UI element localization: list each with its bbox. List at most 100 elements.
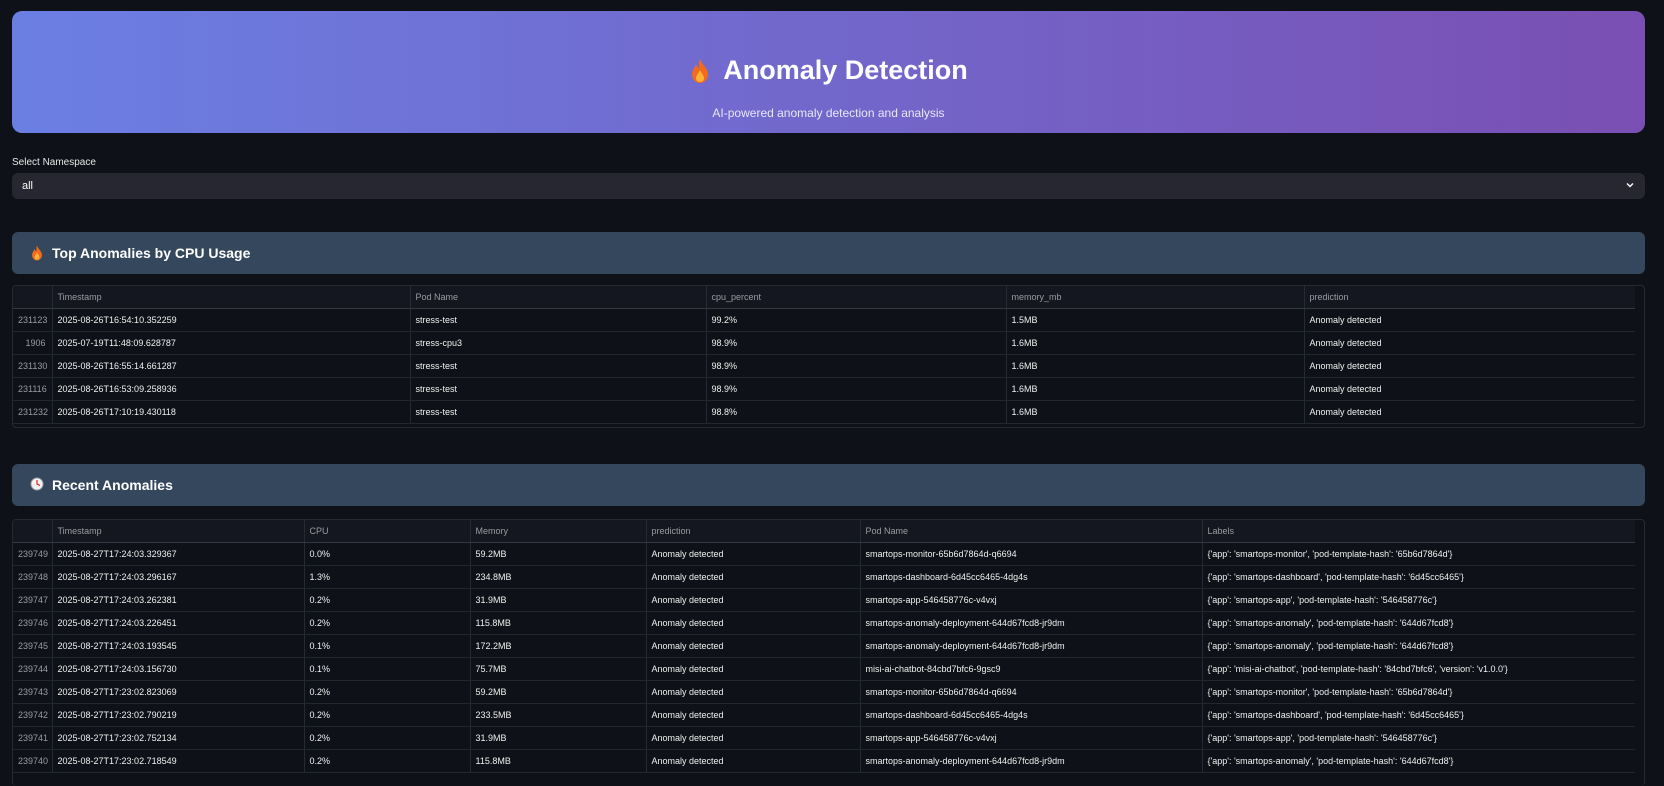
- table-row[interactable]: 239741 2025-08-27T17:23:02.752134 0.2% 31.9…: [13, 726, 1635, 750]
- table-cell: 2025-08-27T17:23:02.823069: [52, 680, 305, 704]
- table-row[interactable]: 239748 2025-08-27T17:24:03.296167 1.3% 234.…: [13, 565, 1635, 589]
- column-header[interactable]: [13, 286, 53, 309]
- column-header[interactable]: memory_mb: [1006, 286, 1305, 309]
- table-cell: 172.2MB: [470, 634, 647, 658]
- table-cell: 1.6MB: [1006, 400, 1305, 424]
- table-cell: Anomaly detected: [646, 588, 861, 612]
- table-cell: 59.2MB: [470, 680, 647, 704]
- table-cell: smartops-anomaly-deployment-644d67fcd8-j…: [860, 611, 1203, 635]
- column-header[interactable]: Timestamp: [52, 520, 305, 543]
- table-row[interactable]: 231130 2025-08-26T16:55:14.661287 stress-t…: [13, 354, 1635, 378]
- table-cell: smartops-anomaly-deployment-644d67fcd8-j…: [860, 749, 1203, 773]
- table-row[interactable]: 239747 2025-08-27T17:24:03.262381 0.2% 31.9…: [13, 588, 1635, 612]
- table-cell: Anomaly detected: [1304, 354, 1635, 378]
- table-cell: smartops-monitor-65b6d7864d-q6694: [860, 680, 1203, 704]
- page-title-row: Anomaly Detection: [12, 55, 1645, 86]
- table-cell: 2025-08-26T17:10:19.430118: [52, 400, 411, 424]
- column-header[interactable]: prediction: [1304, 286, 1635, 309]
- table-cell: {'app': 'smartops-anomaly', 'pod-templat…: [1202, 749, 1635, 773]
- column-header[interactable]: Memory: [470, 520, 647, 543]
- table-cell: 2025-08-26T16:54:10.352259: [52, 308, 411, 332]
- table-cell: 1.6MB: [1006, 354, 1305, 378]
- table-header-row: Timestamp Pod Name cpu_percent memory_mb pre…: [13, 286, 1635, 309]
- row-index: 231232: [13, 400, 53, 424]
- table-cell: 2025-08-27T17:24:03.262381: [52, 588, 305, 612]
- column-header[interactable]: Labels: [1202, 520, 1635, 543]
- table-cell: 1.3%: [304, 565, 471, 589]
- table-cell: Anomaly detected: [1304, 308, 1635, 332]
- column-header[interactable]: CPU: [304, 520, 471, 543]
- column-header[interactable]: Pod Name: [410, 286, 707, 309]
- table-cell: {'app': 'smartops-anomaly', 'pod-templat…: [1202, 634, 1635, 658]
- table-row[interactable]: 239744 2025-08-27T17:24:03.156730 0.1% 75.7…: [13, 657, 1635, 681]
- table-cell: stress-test: [410, 377, 707, 401]
- table-cell: 2025-08-27T17:24:03.156730: [52, 657, 305, 681]
- chevron-down-icon: [1625, 180, 1635, 193]
- table-cell: 233.5MB: [470, 703, 647, 727]
- table-cell: {'app': 'smartops-app', 'pod-template-ha…: [1202, 726, 1635, 750]
- column-header[interactable]: cpu_percent: [706, 286, 1007, 309]
- table-row[interactable]: 239746 2025-08-27T17:24:03.226451 0.2% 115.…: [13, 611, 1635, 635]
- table-row[interactable]: 239749 2025-08-27T17:24:03.329367 0.0% 59.2…: [13, 542, 1635, 566]
- table-cell: smartops-app-546458776c-v4vxj: [860, 588, 1203, 612]
- table-cell: smartops-anomaly-deployment-644d67fcd8-j…: [860, 634, 1203, 658]
- table-cell: {'app': 'misi-ai-chatbot', 'pod-template…: [1202, 657, 1635, 681]
- table-cell: stress-cpu3: [410, 331, 707, 355]
- table-cell: 98.9%: [706, 377, 1007, 401]
- table-cell: 98.9%: [706, 331, 1007, 355]
- table-row[interactable]: 231123 2025-08-26T16:54:10.352259 stress-t…: [13, 308, 1635, 332]
- table-cell: 1.6MB: [1006, 377, 1305, 401]
- table-cell: Anomaly detected: [1304, 400, 1635, 424]
- table-row[interactable]: 231116 2025-08-26T16:53:09.258936 stress-t…: [13, 377, 1635, 401]
- table-cell: 99.2%: [706, 308, 1007, 332]
- top-anomalies-header: Top Anomalies by CPU Usage: [12, 232, 1645, 274]
- row-index: 239745: [13, 634, 53, 658]
- row-index: 239741: [13, 726, 53, 750]
- table-cell: misi-ai-chatbot-84cbd7bfc6-9gsc9: [860, 657, 1203, 681]
- recent-anomalies-table[interactable]: Timestamp CPU Memory prediction Pod Name Labe…: [12, 519, 1645, 786]
- table-cell: Anomaly detected: [646, 634, 861, 658]
- table-cell: stress-test: [410, 400, 707, 424]
- table-cell: smartops-dashboard-6d45cc6465-4dg4s: [860, 703, 1203, 727]
- table-cell: Anomaly detected: [646, 680, 861, 704]
- table-cell: 2025-08-27T17:24:03.296167: [52, 565, 305, 589]
- table-cell: 2025-08-27T17:24:03.226451: [52, 611, 305, 635]
- column-header[interactable]: Pod Name: [860, 520, 1203, 543]
- table-row[interactable]: 239745 2025-08-27T17:24:03.193545 0.1% 172.…: [13, 634, 1635, 658]
- recent-anomalies-title: Recent Anomalies: [52, 477, 173, 493]
- table-row[interactable]: 239743 2025-08-27T17:23:02.823069 0.2% 59.2…: [13, 680, 1635, 704]
- table-cell: 98.8%: [706, 400, 1007, 424]
- table-cell: {'app': 'smartops-monitor', 'pod-templat…: [1202, 542, 1635, 566]
- table-cell: 31.9MB: [470, 588, 647, 612]
- column-header[interactable]: Timestamp: [52, 286, 411, 309]
- namespace-select[interactable]: all: [12, 173, 1645, 199]
- table-cell: Anomaly detected: [1304, 331, 1635, 355]
- row-index: 231123: [13, 308, 53, 332]
- table-cell: Anomaly detected: [646, 611, 861, 635]
- table-cell: 75.7MB: [470, 657, 647, 681]
- table-row[interactable]: 1906 2025-07-19T11:48:09.628787 stress-cpu…: [13, 331, 1635, 355]
- table-cell: stress-test: [410, 354, 707, 378]
- flame-icon: [30, 245, 44, 261]
- table-row[interactable]: 231232 2025-08-26T17:10:19.430118 stress-t…: [13, 400, 1635, 424]
- table-cell: 2025-08-26T16:55:14.661287: [52, 354, 411, 378]
- table-cell: {'app': 'smartops-app', 'pod-template-ha…: [1202, 588, 1635, 612]
- row-index: 239742: [13, 703, 53, 727]
- table-cell: 115.8MB: [470, 749, 647, 773]
- table-cell: stress-test: [410, 308, 707, 332]
- top-anomalies-table[interactable]: Timestamp Pod Name cpu_percent memory_mb pre…: [12, 285, 1645, 428]
- table-row[interactable]: 239740 2025-08-27T17:23:02.718549 0.2% 115.…: [13, 749, 1635, 773]
- column-header[interactable]: [13, 520, 53, 543]
- table-cell: {'app': 'smartops-anomaly', 'pod-templat…: [1202, 611, 1635, 635]
- table-cell: 0.1%: [304, 657, 471, 681]
- table-cell: 2025-08-26T16:53:09.258936: [52, 377, 411, 401]
- row-index: 239744: [13, 657, 53, 681]
- page-header: Anomaly Detection AI-powered anomaly det…: [12, 11, 1645, 133]
- table-cell: 0.2%: [304, 680, 471, 704]
- table-cell: 2025-07-19T11:48:09.628787: [52, 331, 411, 355]
- table-cell: 2025-08-27T17:23:02.790219: [52, 703, 305, 727]
- table-cell: 2025-08-27T17:24:03.193545: [52, 634, 305, 658]
- table-row[interactable]: 239742 2025-08-27T17:23:02.790219 0.2% 233.…: [13, 703, 1635, 727]
- column-header[interactable]: prediction: [646, 520, 861, 543]
- row-index: 239743: [13, 680, 53, 704]
